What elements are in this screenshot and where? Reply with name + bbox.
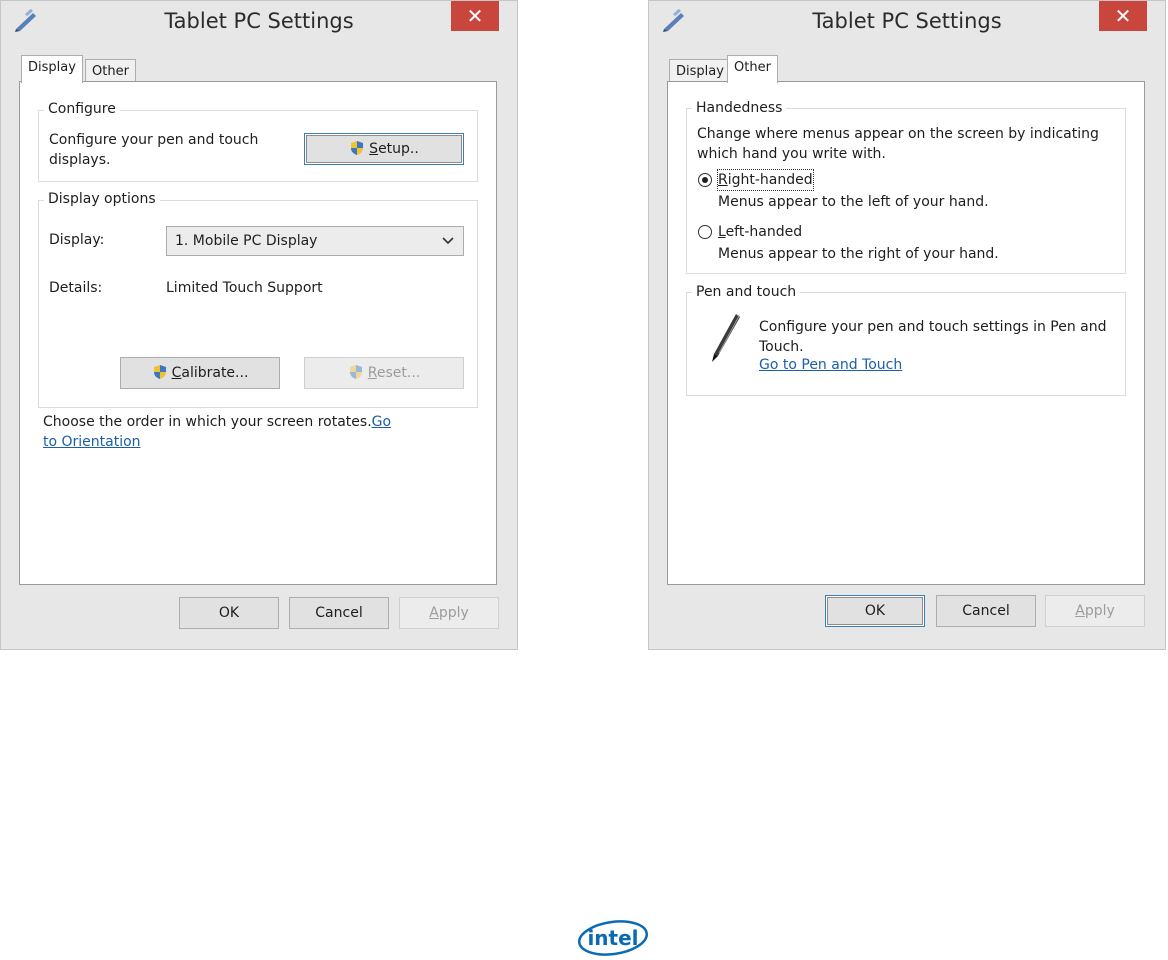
right-handed-description: Menus appear to the left of your hand. xyxy=(718,194,989,210)
tab-display[interactable]: Display xyxy=(21,55,83,83)
handedness-description: Change where menus appear on the screen … xyxy=(697,126,1099,162)
ok-button[interactable]: OK xyxy=(825,595,925,627)
uac-shield-icon xyxy=(349,365,362,379)
cancel-button[interactable]: Cancel xyxy=(936,595,1036,627)
configure-group-label: Configure xyxy=(44,101,120,117)
tab-panel-other: Handedness Change where menus appear on … xyxy=(667,81,1145,585)
calibrate-button[interactable]: Calibrate... xyxy=(120,357,280,389)
apply-button[interactable]: Apply xyxy=(1045,595,1145,627)
tab-display[interactable]: Display xyxy=(669,59,731,83)
right-handed-radio[interactable] xyxy=(698,173,712,187)
reset-button[interactable]: Reset... xyxy=(304,357,464,389)
display-options-group-label: Display options xyxy=(44,191,160,207)
go-to-pen-and-touch-link[interactable]: Go to Pen and Touch xyxy=(759,355,902,375)
left-handed-radio[interactable] xyxy=(698,225,712,239)
cancel-button[interactable]: Cancel xyxy=(289,597,389,629)
tab-other[interactable]: Other xyxy=(85,59,136,83)
left-handed-description: Menus appear to the right of your hand. xyxy=(718,246,999,262)
configure-description: Configure your pen and touch displays. xyxy=(49,132,259,168)
display-label: Display: xyxy=(49,232,105,248)
pen-and-touch-description: Configure your pen and touch settings in… xyxy=(759,319,1107,355)
apply-button[interactable]: Apply xyxy=(399,597,499,629)
pen-and-touch-group-label: Pen and touch xyxy=(692,284,801,300)
tab-panel-display: Configure Configure your pen and touch d… xyxy=(19,81,497,585)
tablet-pc-settings-dialog-display: Tablet PC Settings ✕ Display Other Confi… xyxy=(0,0,518,650)
dialog-title: Tablet PC Settings xyxy=(812,9,1002,33)
pen-icon xyxy=(712,314,740,362)
go-to-orientation-link[interactable]: Go xyxy=(372,414,391,430)
chevron-down-icon xyxy=(442,237,454,245)
tab-other[interactable]: Other xyxy=(727,55,778,83)
intel-logo-text: intel xyxy=(587,926,638,950)
handedness-group-label: Handedness xyxy=(692,100,787,116)
tablet-pc-settings-dialog-other: Tablet PC Settings ✕ Display Other Hande… xyxy=(648,0,1166,650)
setup-button[interactable]: Setup.. xyxy=(304,133,464,165)
uac-shield-icon xyxy=(351,141,364,155)
title-bar[interactable]: Tablet PC Settings ✕ xyxy=(649,1,1165,45)
left-handed-label[interactable]: Left-handed xyxy=(718,222,802,242)
orientation-text: Choose the order in which your screen ro… xyxy=(43,414,392,450)
close-button[interactable]: ✕ xyxy=(451,1,499,31)
right-handed-label[interactable]: Right-handed xyxy=(717,169,814,191)
close-button[interactable]: ✕ xyxy=(1099,1,1147,31)
display-select[interactable]: 1. Mobile PC Display xyxy=(166,226,464,256)
details-label: Details: xyxy=(49,280,103,296)
go-to-orientation-link-cont[interactable]: to Orientation xyxy=(43,434,141,450)
title-bar[interactable]: Tablet PC Settings ✕ xyxy=(1,1,517,45)
details-value: Limited Touch Support xyxy=(166,280,323,296)
uac-shield-icon xyxy=(153,365,166,379)
dialog-title: Tablet PC Settings xyxy=(164,9,354,33)
intel-logo: intel xyxy=(578,920,648,956)
ok-button[interactable]: OK xyxy=(179,597,279,629)
